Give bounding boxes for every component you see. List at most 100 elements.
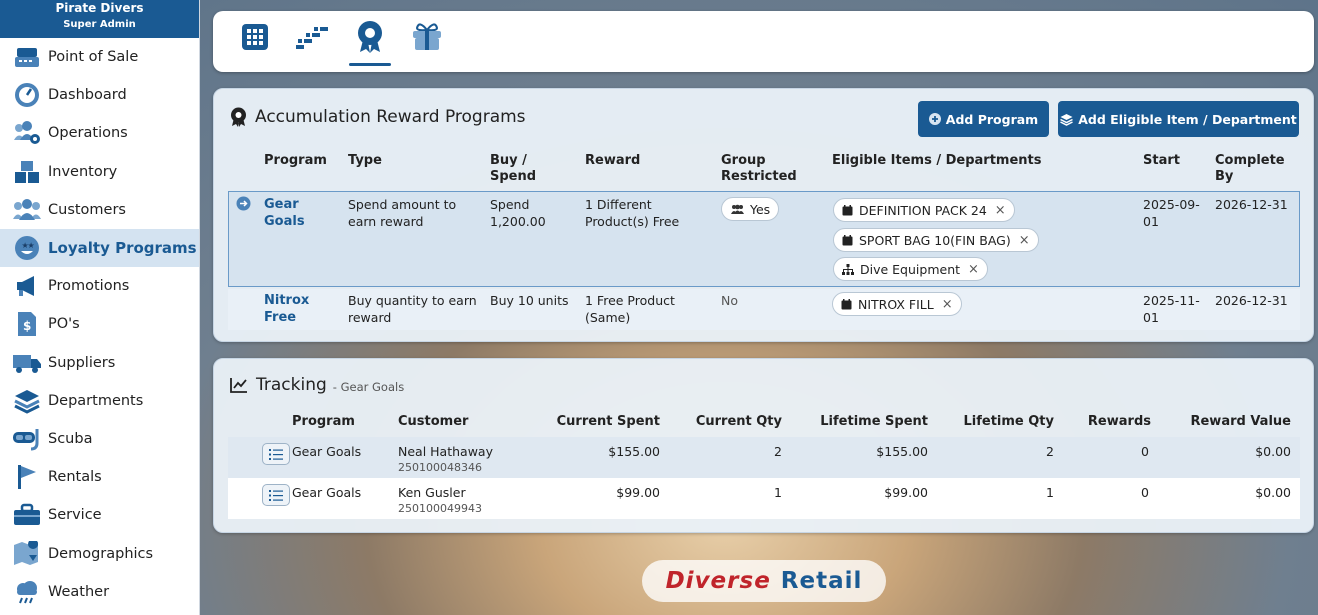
- users-icon: [730, 204, 745, 215]
- col-eligible: Eligible Items / Departments: [832, 153, 1042, 168]
- sidebar-item-scuba[interactable]: Scuba: [0, 420, 199, 458]
- sidebar-item-label: Scuba: [48, 430, 93, 447]
- col-start: Start: [1143, 153, 1180, 168]
- users-gear-icon: [12, 119, 42, 147]
- group-restricted-value: Yes: [750, 201, 771, 217]
- svg-text:★: ★: [28, 241, 35, 250]
- remove-chip-icon[interactable]: ×: [942, 297, 953, 312]
- layers-icon: [12, 387, 42, 415]
- details-button[interactable]: [262, 484, 290, 506]
- program-row-selected[interactable]: Gear Goals Spend amount to earn reward S…: [228, 191, 1300, 287]
- col-program: Program: [264, 153, 327, 168]
- program-start: 2025-11-01: [1143, 293, 1200, 325]
- sidebar-item-label: Weather: [48, 583, 110, 600]
- tab-bar: [213, 11, 1314, 72]
- col-lifetime-spent: Lifetime Spent: [820, 414, 928, 429]
- tracking-lifetime-qty: 2: [1046, 444, 1054, 459]
- tracking-row: Gear Goals Ken Gusler 250100049943 $99.0…: [228, 478, 1300, 519]
- col-reward: Reward: [585, 153, 641, 168]
- sidebar-item-weather[interactable]: Weather: [0, 573, 199, 611]
- arrow-right-circle-icon: [236, 196, 251, 211]
- calendar-icon: [842, 234, 853, 246]
- tracking-panel: Tracking - Gear Goals Program Customer C…: [213, 358, 1314, 533]
- program-row[interactable]: Nitrox Free Buy quantity to earn reward …: [228, 289, 1300, 330]
- tab-award[interactable]: [349, 19, 391, 66]
- program-complete-by: 2026-12-31: [1215, 197, 1288, 212]
- tracking-rewards: 0: [1141, 444, 1149, 459]
- sidebar-item-label: Departments: [48, 392, 144, 409]
- col-reward-value: Reward Value: [1190, 414, 1291, 429]
- sidebar-item-operations[interactable]: Operations: [0, 114, 199, 152]
- sidebar-item-promotions[interactable]: Promotions: [0, 267, 199, 305]
- sidebar-item-departments[interactable]: Departments: [0, 382, 199, 420]
- sidebar-item-dashboard[interactable]: Dashboard: [0, 76, 199, 114]
- speedometer-icon: [12, 81, 42, 109]
- list-icon: [269, 489, 283, 501]
- sidebar-item-suppliers[interactable]: Suppliers: [0, 344, 199, 382]
- tracking-customer: Neal Hathaway: [398, 444, 493, 459]
- sidebar-item-inventory[interactable]: Inventory: [0, 153, 199, 191]
- logo-part1: Diverse: [665, 568, 771, 594]
- remove-chip-icon[interactable]: ×: [968, 262, 979, 277]
- remove-chip-icon[interactable]: ×: [995, 203, 1006, 218]
- remove-chip-icon[interactable]: ×: [1019, 233, 1030, 248]
- calendar-icon: [841, 298, 852, 310]
- tracking-current-qty: 1: [774, 485, 782, 500]
- grid-icon: [241, 23, 269, 55]
- sidebar-item-label: Customers: [48, 201, 126, 218]
- program-type: Spend amount to earn reward: [348, 197, 457, 229]
- add-eligible-button[interactable]: Add Eligible Item / Department: [1058, 101, 1299, 137]
- sidebar-item-point-of-sale[interactable]: Point of Sale: [0, 38, 199, 76]
- tab-gift[interactable]: [406, 19, 448, 59]
- eligible-item-label: Dive Equipment: [860, 261, 961, 277]
- sidebar-item-service[interactable]: Service: [0, 496, 199, 534]
- program-name-link[interactable]: Gear Goals: [264, 196, 324, 230]
- eligible-item-chip: DEFINITION PACK 24 ×: [833, 198, 1015, 222]
- tracking-reward-value: $0.00: [1255, 485, 1291, 500]
- sidebar-item-loyalty-programs[interactable]: ★ ★ Loyalty Programs: [0, 228, 199, 268]
- tab-grid[interactable]: [234, 19, 276, 59]
- list-icon: [269, 448, 283, 460]
- sidebar-item-label: Dashboard: [48, 87, 127, 104]
- tracking-subtitle: - Gear Goals: [332, 379, 405, 394]
- programs-title: Accumulation Reward Programs: [230, 107, 526, 127]
- gift-icon: [411, 22, 443, 56]
- col-complete-by: Complete By: [1215, 153, 1285, 184]
- sidebar-item-label: Promotions: [48, 278, 130, 295]
- program-reward: 1 Different Product(s) Free: [585, 197, 680, 229]
- sitemap-icon: [842, 263, 854, 275]
- add-program-button[interactable]: Add Program: [918, 101, 1049, 137]
- tab-stairs[interactable]: [291, 19, 333, 59]
- col-buy-spend: Buy / Spend: [490, 153, 537, 184]
- invoice-icon: $: [12, 310, 42, 338]
- sidebar-item-label: Demographics: [48, 545, 154, 562]
- program-buy-spend: Buy 10 units: [490, 293, 569, 308]
- sidebar-nav: Point of Sale Dashboard Operations Inven…: [0, 38, 199, 611]
- group-restricted-value: No: [721, 293, 738, 308]
- col-lifetime-qty: Lifetime Qty: [963, 414, 1054, 429]
- group-restricted-badge: Yes: [721, 197, 780, 221]
- sidebar-item-pos[interactable]: $ PO's: [0, 305, 199, 343]
- sidebar-item-label: Service: [48, 507, 102, 524]
- tracking-rewards: 0: [1141, 485, 1149, 500]
- col-current-spent: Current Spent: [556, 414, 660, 429]
- eligible-department-chip: Dive Equipment ×: [833, 257, 988, 281]
- megaphone-icon: [12, 272, 42, 300]
- tracking-current-spent: $155.00: [608, 444, 660, 459]
- program-name-link[interactable]: Nitrox Free: [264, 292, 324, 326]
- user-role: Super Admin: [63, 19, 136, 30]
- program-reward: 1 Free Product (Same): [585, 293, 675, 325]
- sidebar-item-demographics[interactable]: Demographics: [0, 534, 199, 572]
- add-program-label: Add Program: [945, 111, 1039, 127]
- eligible-item-label: DEFINITION PACK 24: [859, 202, 987, 218]
- tracking-current-spent: $99.00: [616, 485, 660, 500]
- sidebar-item-customers[interactable]: Customers: [0, 191, 199, 229]
- calendar-icon: [842, 204, 853, 216]
- stairs-icon: [294, 23, 330, 55]
- details-button[interactable]: [262, 443, 290, 465]
- add-eligible-label: Add Eligible Item / Department: [1078, 111, 1297, 127]
- tracking-customer-id: 250100048346: [398, 461, 482, 474]
- truck-icon: [12, 349, 42, 377]
- sidebar-item-rentals[interactable]: Rentals: [0, 458, 199, 496]
- col-group-restricted: Group Restricted: [721, 153, 797, 184]
